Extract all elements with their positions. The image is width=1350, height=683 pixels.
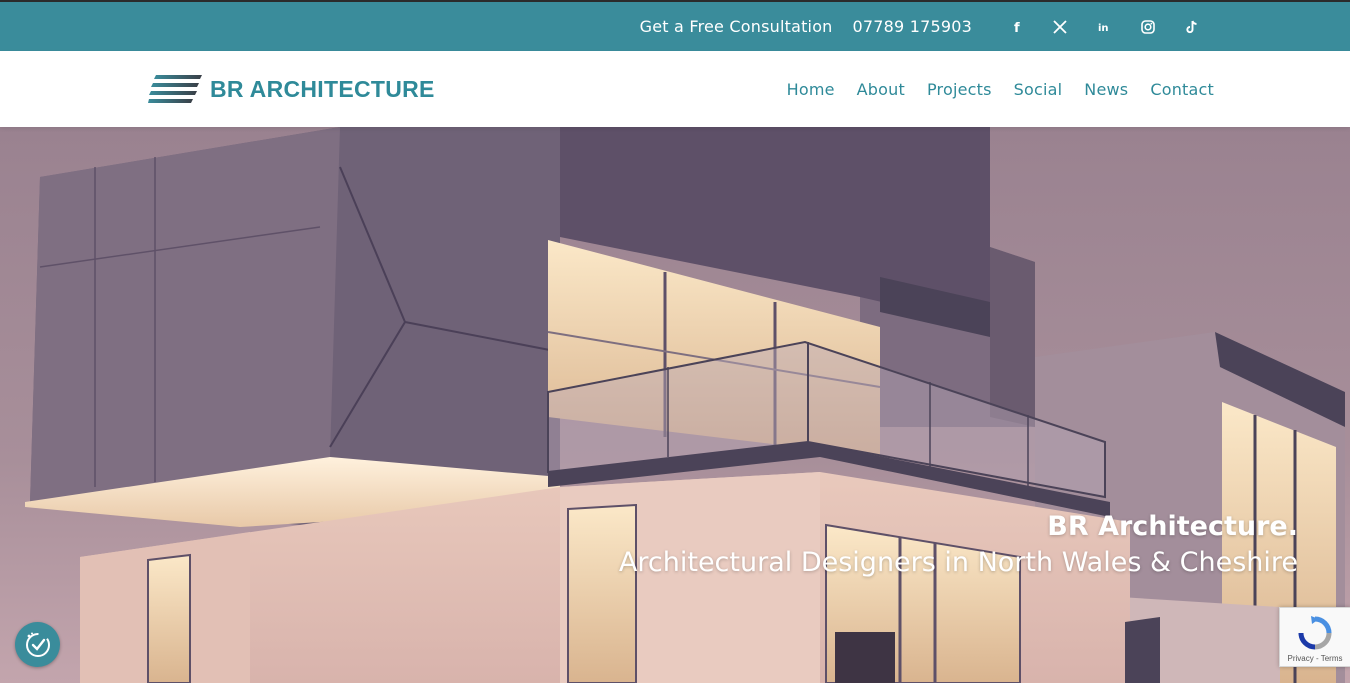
hero-building-image — [0, 127, 1350, 683]
hero-title: BR Architecture. — [1047, 511, 1298, 542]
recaptcha-separator: - — [1313, 654, 1321, 663]
nav-home[interactable]: Home — [787, 80, 835, 99]
terms-link[interactable]: Terms — [1321, 654, 1343, 663]
nav-about[interactable]: About — [857, 80, 905, 99]
social-links: f in — [994, 12, 1214, 42]
nav-social[interactable]: Social — [1014, 80, 1063, 99]
nav-menu: Home About Projects Social News Contact — [765, 51, 1214, 127]
instagram-icon[interactable] — [1126, 12, 1170, 42]
accessibility-button[interactable] — [15, 622, 60, 667]
nav-projects[interactable]: Projects — [927, 80, 992, 99]
hero-subtitle: Architectural Designers in North Wales &… — [618, 547, 1298, 578]
privacy-link[interactable]: Privacy — [1288, 654, 1314, 663]
x-icon[interactable] — [1038, 12, 1082, 42]
free-consultation-link[interactable]: Get a Free Consultation — [640, 17, 833, 36]
svg-text:in: in — [1098, 23, 1109, 34]
hero-section: BR Architecture. Architectural Designers… — [0, 127, 1350, 683]
brand-logo[interactable]: BR ARCHITECTURE — [148, 73, 435, 105]
nav-contact[interactable]: Contact — [1150, 80, 1214, 99]
tiktok-icon[interactable] — [1170, 12, 1214, 42]
facebook-icon[interactable]: f — [994, 12, 1038, 42]
top-bar: Get a Free Consultation 07789 175903 f i… — [0, 0, 1350, 51]
main-navigation: BR ARCHITECTURE Home About Projects Soci… — [0, 51, 1350, 127]
recaptcha-links: Privacy - Terms — [1288, 654, 1343, 663]
checkmark-badge-icon — [25, 632, 50, 657]
svg-text:f: f — [1014, 21, 1020, 34]
logo-mark-icon — [148, 75, 202, 103]
recaptcha-icon — [1298, 616, 1332, 650]
phone-number-link[interactable]: 07789 175903 — [853, 17, 972, 36]
nav-news[interactable]: News — [1084, 80, 1128, 99]
recaptcha-badge[interactable]: Privacy - Terms — [1279, 607, 1350, 667]
brand-name: BR ARCHITECTURE — [210, 75, 435, 102]
linkedin-icon[interactable]: in — [1082, 12, 1126, 42]
